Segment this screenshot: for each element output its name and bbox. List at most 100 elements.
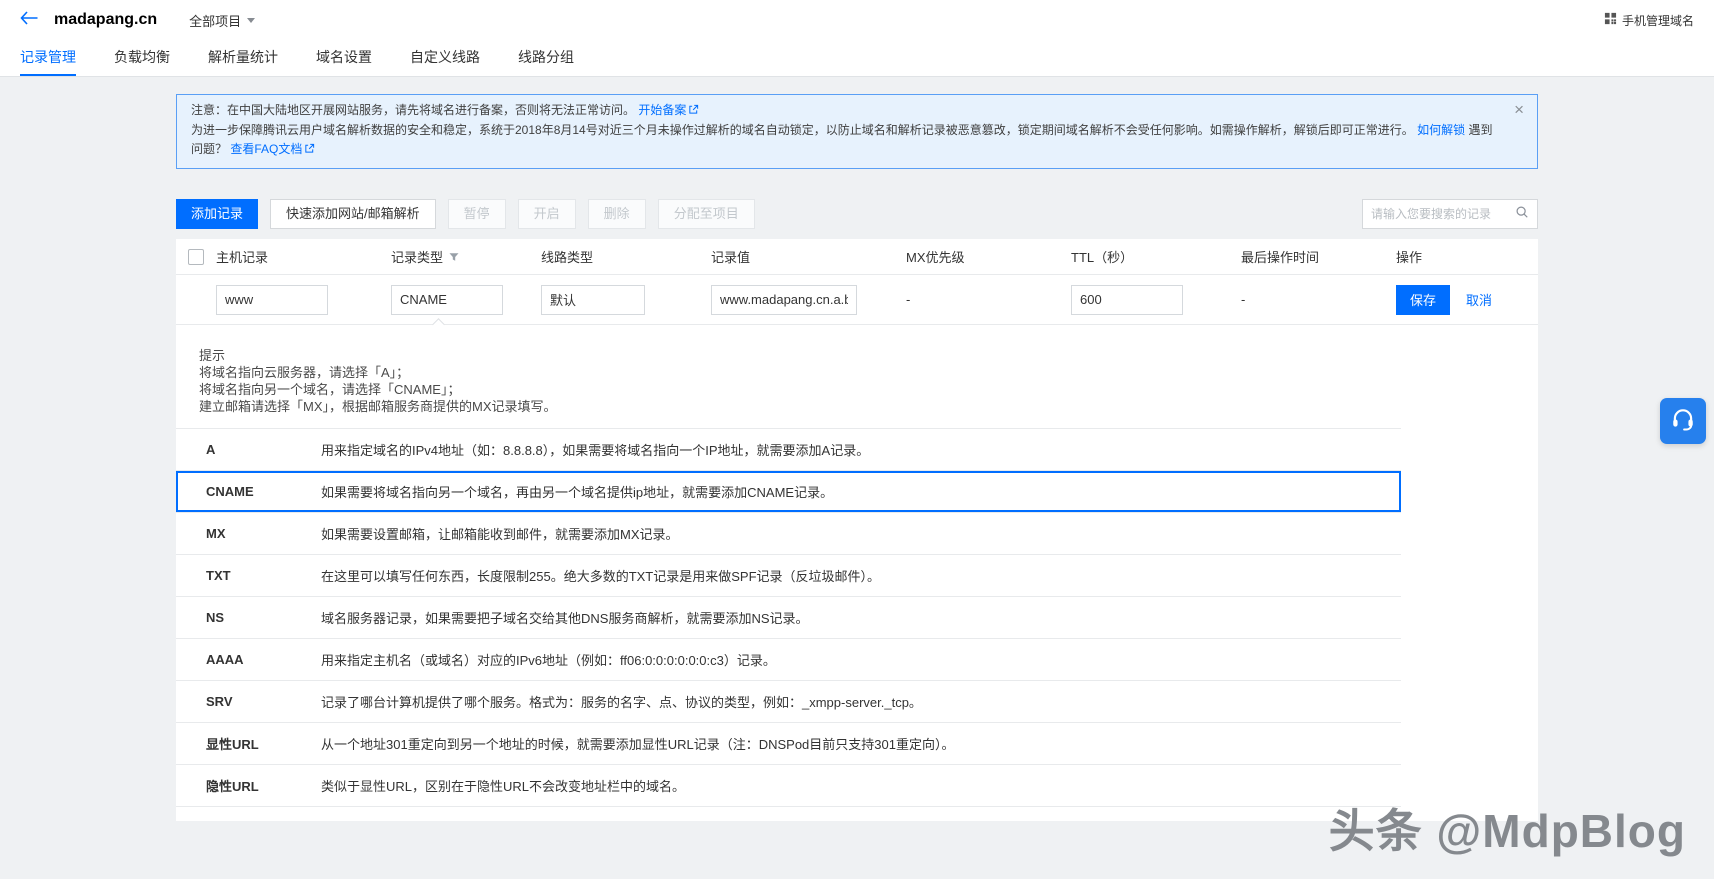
type-helper-tips: 提示 将域名指向云服务器，请选择「A」； 将域名指向另一个域名，请选择「CNAM… [176,325,1538,415]
edit-type-cell [391,285,541,315]
record-type-option[interactable]: AAAA 用来指定主机名（或域名）对应的IPv6地址（例如：ff06:0:0:0… [176,639,1401,681]
tab-label: 线路分组 [518,49,574,65]
project-selector[interactable]: 全部项目 [189,11,255,30]
topbar: madapang.cn 全部项目 手机管理域名 [0,0,1714,40]
mobile-manage-link[interactable]: 手机管理域名 [1604,12,1694,29]
tip-line: 建立邮箱请选择「MX」，根据邮箱服务商提供的MX记录填写。 [199,398,1538,415]
option-description: 类似于显性URL，区别在于隐性URL不会改变地址栏中的域名。 [321,776,1401,795]
tab[interactable]: 自定义线路 [410,40,480,76]
filter-icon[interactable] [448,251,460,263]
headset-icon [1670,406,1696,437]
dns-console-page: madapang.cn 全部项目 手机管理域名 记录管理 负载均衡 解析量统计 [0,0,1714,879]
mobile-manage-label: 手机管理域名 [1622,12,1694,29]
col-header-ttl: TTL（秒） [1071,247,1241,266]
tab[interactable]: 记录管理 [20,40,76,76]
faq-doc-link[interactable]: 查看FAQ文档 [230,142,315,156]
faq-doc-label: 查看FAQ文档 [230,142,302,156]
tips-title: 提示 [199,347,1538,364]
col-header-host: 主机记录 [216,247,391,266]
quick-add-button[interactable]: 快速添加网站/邮箱解析 [270,199,436,229]
option-type-label: NS [176,610,321,625]
tab[interactable]: 解析量统计 [208,40,278,76]
record-type-option[interactable]: A 用来指定域名的IPv4地址（如：8.8.8.8），如果需要将域名指向一个IP… [176,429,1401,471]
tab-label: 域名设置 [316,49,372,65]
option-description: 在这里可以填写任何东西，长度限制255。绝大多数的TXT记录是用来做SPF记录（… [321,566,1401,585]
start-filing-link[interactable]: 开始备案 [638,103,699,117]
option-type-label: MX [176,526,321,541]
record-type-option[interactable]: SRV 记录了哪台计算机提供了哪个服务。格式为：服务的名字、点、协议的类型，例如… [176,681,1401,723]
tab[interactable]: 线路分组 [518,40,574,76]
how-to-unlock-link[interactable]: 如何解锁 [1417,123,1465,137]
page-title: madapang.cn [54,11,157,29]
record-type-option[interactable]: 隐性URL 类似于显性URL，区别在于隐性URL不会改变地址栏中的域名。 [176,765,1401,807]
edit-actions-cell: 保存 取消 [1396,285,1538,315]
save-button[interactable]: 保存 [1396,285,1450,315]
search-input[interactable] [1371,207,1515,221]
edit-line-cell [541,285,711,315]
tip-line: 将域名指向云服务器，请选择「A」； [199,364,1538,381]
col-header-label: 记录值 [711,247,750,266]
back-button[interactable] [20,11,38,30]
option-type-label: AAAA [176,652,321,667]
record-type-option[interactable]: 显性URL 从一个地址301重定向到另一个地址的时候，就需要添加显性URL记录（… [176,723,1401,765]
col-header-record-type: 记录类型 [391,247,541,266]
tab[interactable]: 域名设置 [316,40,372,76]
record-value-input[interactable] [711,285,857,315]
add-record-button[interactable]: 添加记录 [176,199,258,229]
option-type-label: TXT [176,568,321,583]
record-type-option[interactable]: TXT 在这里可以填写任何东西，长度限制255。绝大多数的TXT记录是用来做SP… [176,555,1401,597]
col-header-last-modified: 最后操作时间 [1241,247,1396,266]
tab-label: 记录管理 [20,49,76,65]
record-type-input[interactable] [391,285,503,315]
notice-line-1: 注意：在中国大陆地区开展网站服务，请先将域名进行备案，否则将无法正常访问。 开始… [191,101,1493,121]
delete-button[interactable]: 删除 [588,199,646,229]
line-type-input[interactable] [541,285,645,315]
chevron-down-icon [247,18,255,23]
record-edit-row: - - 保存 取消 [176,275,1538,325]
notice-line-2: 为进一步保障腾讯云用户域名解析数据的安全和稳定，系统于2018年8月14号对近三… [191,121,1493,160]
option-description: 如果需要设置邮箱，让邮箱能收到邮件，就需要添加MX记录。 [321,524,1401,543]
tab-label: 负载均衡 [114,49,170,65]
col-header-label: 操作 [1396,247,1422,266]
external-link-icon [304,141,315,160]
search-icon[interactable] [1515,205,1529,224]
option-description: 用来指定主机名（或域名）对应的IPv6地址（例如：ff06:0:0:0:0:0:… [321,650,1401,669]
option-description: 用来指定域名的IPv4地址（如：8.8.8.8），如果需要将域名指向一个IP地址… [321,440,1401,459]
option-type-label: 显性URL [176,734,321,753]
ttl-input[interactable] [1071,285,1183,315]
option-description: 记录了哪台计算机提供了哪个服务。格式为：服务的名字、点、协议的类型，例如：_xm… [321,692,1401,711]
host-input[interactable] [216,285,328,315]
col-header-line-type: 线路类型 [541,247,711,266]
edit-host-cell [216,285,391,315]
option-type-label: A [176,442,321,457]
records-table: 主机记录 记录类型 线路类型 记录值 MX优先级 TTL（秒） 最后操作时间 操… [176,239,1538,821]
pause-button[interactable]: 暂停 [448,199,506,229]
mx-priority-value: - [906,292,910,307]
record-type-option[interactable]: NS 域名服务器记录，如果需要把子域名交给其他DNS服务商解析，就需要添加NS记… [176,597,1401,639]
col-header-actions: 操作 [1396,247,1538,266]
edit-value-cell [711,285,906,315]
close-icon[interactable]: × [1514,101,1524,118]
assign-project-button[interactable]: 分配至项目 [658,199,755,229]
col-header-mx: MX优先级 [906,247,1071,266]
tab-label: 自定义线路 [410,49,480,65]
notice-text-1: 注意：在中国大陆地区开展网站服务，请先将域名进行备案，否则将无法正常访问。 [191,103,635,117]
notice-banner: 注意：在中国大陆地区开展网站服务，请先将域名进行备案，否则将无法正常访问。 开始… [176,94,1538,169]
tab-bar: 记录管理 负载均衡 解析量统计 域名设置 自定义线路 线路分组 [0,40,1714,77]
tab[interactable]: 负载均衡 [114,40,170,76]
record-type-option[interactable]: CNAME 如果需要将域名指向另一个域名，再由另一个域名提供ip地址，就需要添加… [176,471,1401,513]
external-link-icon [688,102,699,121]
option-type-label: SRV [176,694,321,709]
enable-button[interactable]: 开启 [518,199,576,229]
customer-service-button[interactable] [1660,398,1706,444]
select-all-checkbox[interactable] [188,249,204,265]
option-description: 从一个地址301重定向到另一个地址的时候，就需要添加显性URL记录（注：DNSP… [321,734,1401,753]
start-filing-label: 开始备案 [638,103,686,117]
record-type-option[interactable]: MX 如果需要设置邮箱，让邮箱能收到邮件，就需要添加MX记录。 [176,513,1401,555]
edit-mx-cell: - [906,292,1071,307]
edit-last-modified-cell: - [1241,292,1396,307]
tips-lines: 将域名指向云服务器，请选择「A」； 将域名指向另一个域名，请选择「CNAME」；… [199,364,1538,415]
edit-ttl-cell [1071,285,1241,315]
col-header-label: 最后操作时间 [1241,247,1319,266]
cancel-link[interactable]: 取消 [1466,290,1492,309]
